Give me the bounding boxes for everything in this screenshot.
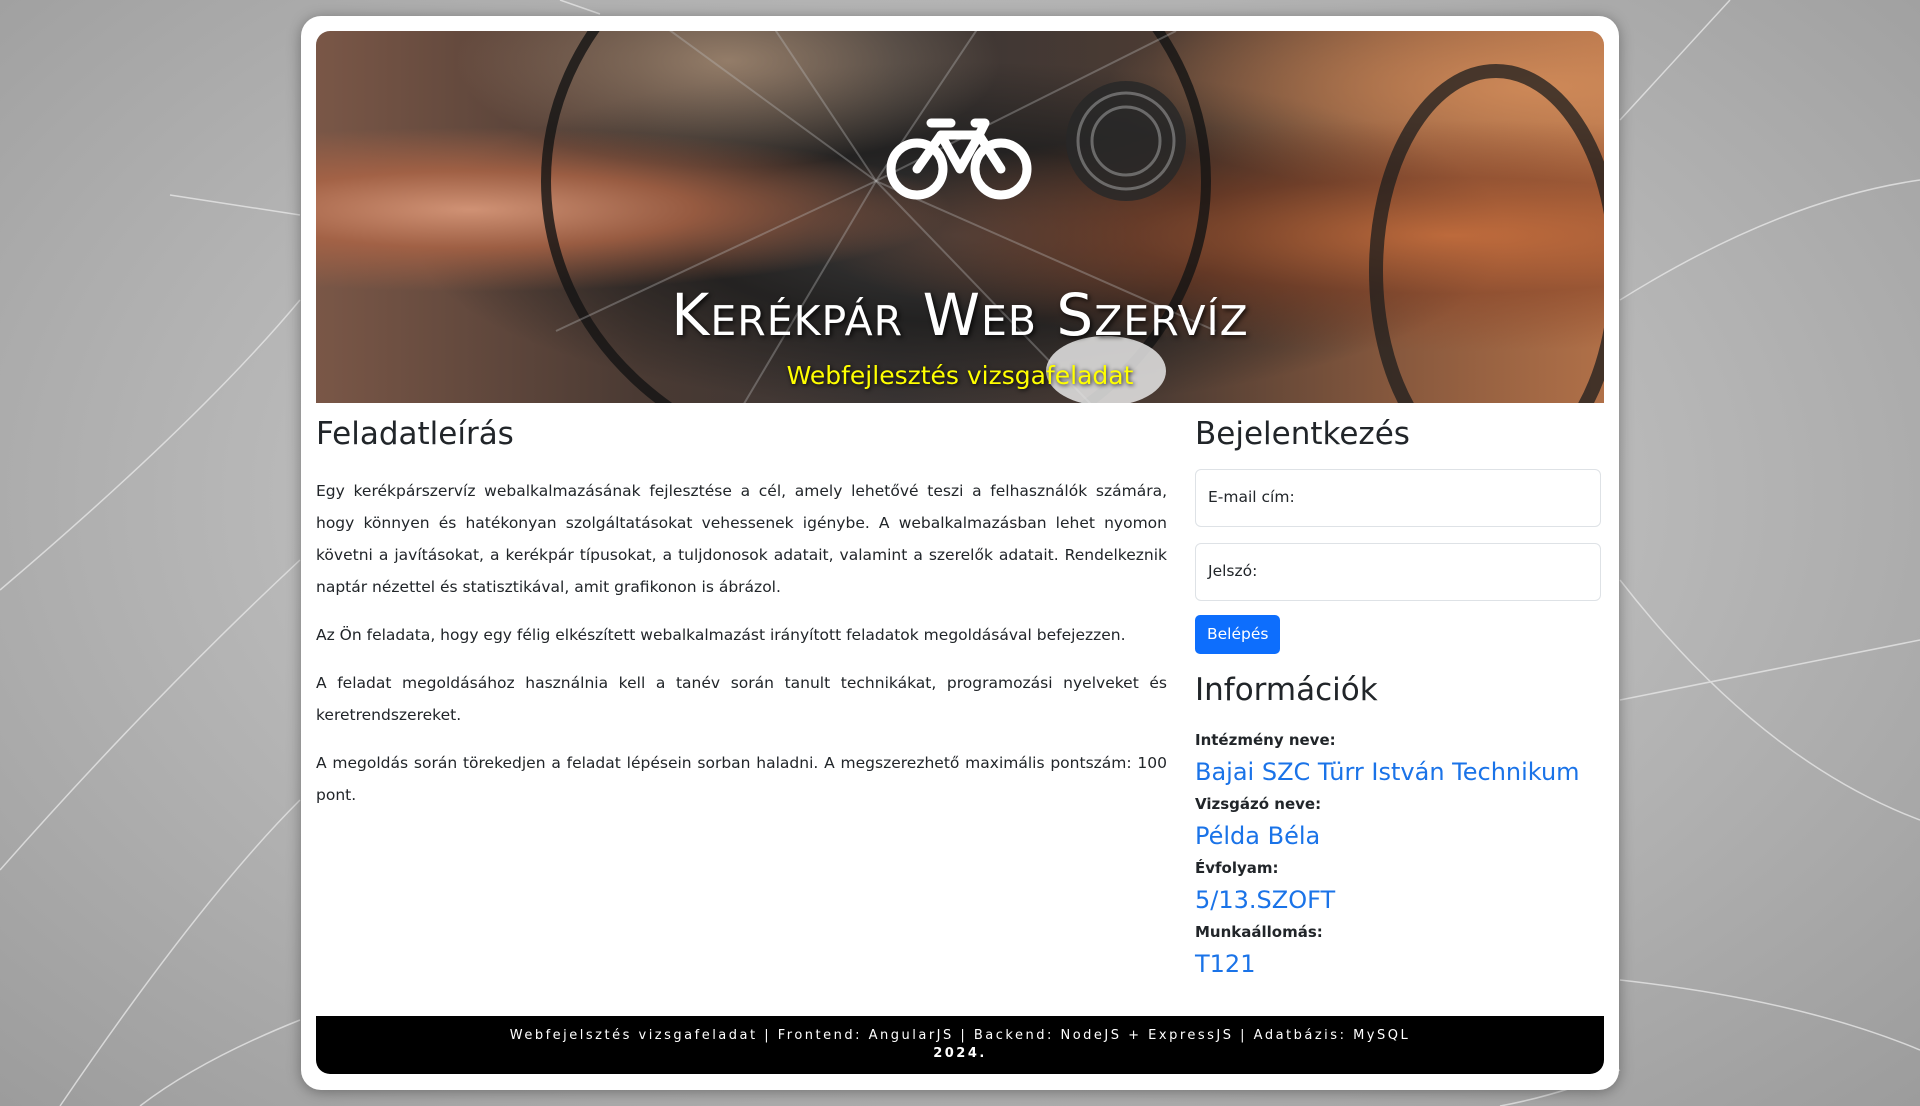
password-field[interactable]: Jelszó:: [1195, 543, 1601, 602]
workstation-label: Munkaállomás:: [1195, 923, 1323, 942]
workstation-value: T121: [1195, 950, 1256, 979]
footer: Webfejelsztés vizsgafeladat | Frontend: …: [316, 1016, 1604, 1074]
email-label: E-mail cím:: [1208, 488, 1295, 507]
task-paragraph-4: A megoldás során törekedjen a feladat lé…: [316, 754, 1167, 805]
page-title: Kerékpár Web Szervíz: [671, 281, 1249, 349]
institution-label: Intézmény neve:: [1195, 731, 1336, 750]
grade-label: Évfolyam:: [1195, 859, 1279, 878]
task-paragraph-2: Az Ön feladata, hogy egy félig elkészíte…: [316, 626, 1126, 645]
login-button[interactable]: Belépés: [1195, 615, 1281, 655]
hero-banner: Kerékpár Web Szervíz Webfejlesztés vizsg…: [316, 31, 1604, 403]
task-heading: Feladatleírás: [316, 416, 514, 452]
page-card: Kerékpár Web Szervíz Webfejlesztés vizsg…: [301, 16, 1619, 1090]
password-label: Jelszó:: [1208, 562, 1258, 581]
institution-value: Bajai SZC Türr István Technikum: [1195, 758, 1580, 787]
footer-tech-stack: Webfejelsztés vizsgafeladat | Frontend: …: [509, 1028, 1411, 1043]
email-field[interactable]: E-mail cím:: [1195, 469, 1601, 528]
sidebar: Bejelentkezés E-mail cím: Jelszó: Belépé…: [1195, 416, 1601, 985]
task-description-section: Feladatleírás Egy kerékpárszervíz webalk…: [316, 416, 1167, 827]
bicycle-icon: [886, 118, 1032, 200]
task-paragraph-1: Egy kerékpárszervíz webalkalmazásának fe…: [316, 482, 1167, 597]
info-heading: Információk: [1195, 672, 1378, 709]
task-paragraph-3: A feladat megoldásához használnia kell a…: [316, 674, 1167, 725]
student-value: Példa Béla: [1195, 822, 1321, 851]
login-heading: Bejelentkezés: [1195, 416, 1410, 452]
footer-year: 2024.: [933, 1046, 987, 1061]
student-label: Vizsgázó neve:: [1195, 795, 1322, 814]
page-subtitle: Webfejlesztés vizsgafeladat: [786, 361, 1134, 390]
grade-value: 5/13.SZOFT: [1195, 886, 1336, 915]
